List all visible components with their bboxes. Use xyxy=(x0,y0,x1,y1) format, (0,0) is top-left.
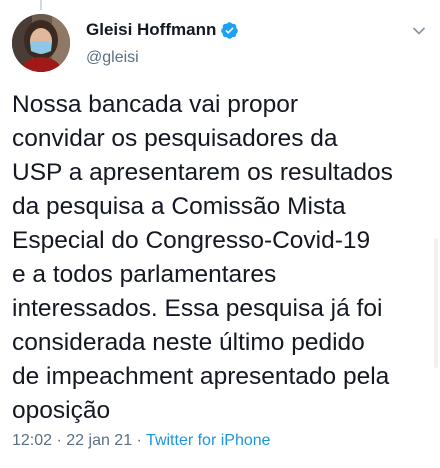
tweet-date[interactable]: 22 jan 21 xyxy=(66,432,132,449)
author-display-name[interactable]: Gleisi Hoffmann xyxy=(86,20,216,40)
author-name-row[interactable]: Gleisi Hoffmann xyxy=(86,20,239,40)
avatar[interactable] xyxy=(12,14,70,72)
thread-connector xyxy=(40,0,42,10)
chevron-down-icon[interactable] xyxy=(410,22,428,40)
tweet-meta: 12:02 · 22 jan 21 · Twitter for iPhone xyxy=(12,432,271,450)
tweet-source-link[interactable]: Twitter for iPhone xyxy=(146,432,271,449)
tweet-time[interactable]: 12:02 xyxy=(12,432,52,449)
author-handle[interactable]: @gleisi xyxy=(86,49,139,67)
tweet-header: Gleisi Hoffmann @gleisi xyxy=(12,14,428,74)
tweet-text: Nossa bancada vai propor convidar os pes… xyxy=(12,91,393,424)
meta-separator: · xyxy=(52,432,67,449)
meta-separator-2: · xyxy=(132,432,147,449)
scrollbar[interactable] xyxy=(434,238,438,368)
verified-badge-icon xyxy=(220,21,239,40)
